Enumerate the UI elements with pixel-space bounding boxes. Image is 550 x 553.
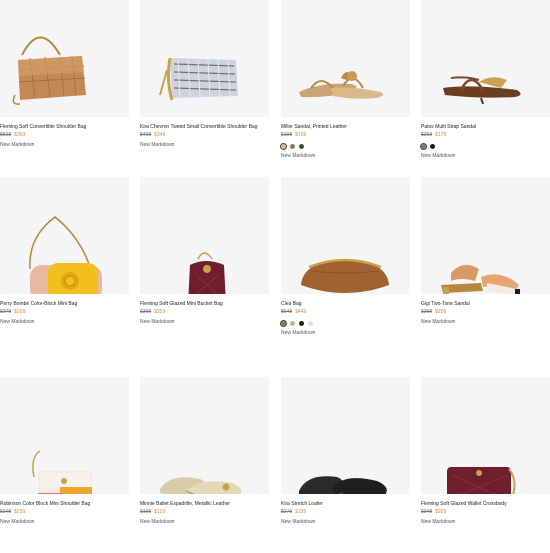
markdown-badge: New Markdown (140, 319, 175, 325)
color-swatches (419, 141, 550, 151)
product-image-robinson-mini-bag[interactable] (0, 377, 129, 494)
original-price: $198 (140, 509, 152, 515)
original-price: $258 (421, 132, 433, 138)
original-price: $298 (421, 309, 433, 315)
product-title[interactable]: Minnie Ballet Espadrille, Metallic Leath… (140, 501, 269, 507)
markdown-badge: New Markdown (140, 142, 175, 148)
original-price: $498 (140, 132, 152, 138)
product-card[interactable]: Clea Bag $648 $449 New Markdown (279, 177, 410, 336)
product-card[interactable]: Kira Chevron Tweed Small Convertible Sho… (140, 0, 269, 148)
product-price: $198 $169 (281, 132, 410, 138)
sale-price: $209 (435, 509, 447, 515)
product-image-bucket-bag[interactable] (140, 177, 269, 294)
product-image-quilted-shoulder-bag[interactable] (0, 0, 129, 117)
original-price: $278 (0, 309, 12, 315)
product-image-clea-bag[interactable] (281, 177, 410, 294)
product-image-perry-mini-bag[interactable] (0, 177, 129, 294)
color-swatches (279, 318, 410, 328)
sale-price: $369 (14, 132, 26, 138)
product-price: $648 $449 (281, 309, 410, 315)
markdown-badge: New Markdown (0, 519, 35, 525)
product-image-wallet-crossbody[interactable] (421, 377, 550, 494)
original-price: $348 (0, 509, 12, 515)
markdown-badge: New Markdown (281, 519, 316, 525)
product-title[interactable]: Fleming Soft Glazed Mini Bucket Bag (140, 301, 269, 307)
product-card[interactable]: Robinson Color Block Mini Shoulder Bag $… (0, 377, 129, 525)
product-price: $278 $209 (0, 309, 129, 315)
product-card[interactable]: Perry Bombé Color-Block Mini Bag $278 $20… (0, 177, 129, 325)
markdown-badge: New Markdown (0, 319, 35, 325)
sale-price: $209 (14, 309, 26, 315)
color-swatch[interactable] (430, 143, 435, 149)
product-title[interactable]: Perry Bombé Color-Block Mini Bag (0, 301, 129, 307)
sale-price: $239 (14, 509, 26, 515)
product-image-kira-loafer[interactable] (281, 377, 410, 494)
sale-price: $209 (435, 309, 447, 315)
product-price: $198 $129 (140, 509, 269, 515)
color-swatches (279, 141, 410, 151)
color-swatch[interactable] (299, 143, 304, 149)
color-swatch[interactable] (419, 141, 428, 151)
original-price: $198 (281, 132, 293, 138)
original-price: $648 (281, 309, 293, 315)
product-price: $498 $349 (140, 132, 269, 138)
original-price: $528 (0, 132, 12, 138)
markdown-badge: New Markdown (281, 330, 316, 336)
product-price: $368 $259 (140, 309, 269, 315)
product-card[interactable]: Miller Sandal, Printed Leather $198 $169 … (279, 0, 410, 159)
product-card[interactable]: Fleming Soft Glazed Mini Bucket Bag $368… (140, 177, 269, 325)
markdown-badge: New Markdown (421, 319, 456, 325)
product-card[interactable]: Kira Stretch Loafer $278 $189 New Markdow… (281, 377, 410, 525)
markdown-badge: New Markdown (140, 519, 175, 525)
markdown-badge: New Markdown (0, 142, 35, 148)
sale-price: $169 (295, 132, 307, 138)
product-image-patos-sandal[interactable] (421, 0, 550, 117)
sale-price: $259 (154, 309, 166, 315)
product-card[interactable]: Fleming Soft Convertible Shoulder Bag $5… (0, 0, 129, 148)
product-price: $528 $369 (0, 132, 129, 138)
product-title[interactable]: Miller Sandal, Printed Leather (281, 124, 410, 130)
markdown-badge: New Markdown (421, 153, 456, 159)
product-title[interactable]: Fleming Soft Convertible Shoulder Bag (0, 124, 129, 130)
product-image-miller-sandal[interactable] (281, 0, 410, 117)
sale-price: $349 (154, 132, 166, 138)
color-swatch[interactable] (279, 141, 288, 151)
product-title[interactable]: Clea Bag (281, 301, 410, 307)
color-swatch[interactable] (308, 320, 313, 326)
product-price: $348 $209 (421, 509, 550, 515)
original-price: $278 (281, 509, 293, 515)
color-swatch[interactable] (279, 318, 288, 328)
product-image-minnie-espadrille[interactable] (140, 377, 269, 494)
product-price: $348 $239 (0, 509, 129, 515)
product-card[interactable]: Patos Multi Strap Sandal $258 $179 New Ma… (419, 0, 550, 159)
product-price: $258 $179 (421, 132, 550, 138)
product-image-gigi-sandal[interactable] (421, 177, 550, 294)
product-title[interactable]: Kira Stretch Loafer (281, 501, 410, 507)
product-title[interactable]: Gigi Two-Tone Sandal (421, 301, 550, 307)
product-card[interactable]: Fleming Soft Glazed Wallet Crossbody $34… (421, 377, 550, 525)
color-swatch[interactable] (290, 143, 295, 149)
product-title[interactable]: Robinson Color Block Mini Shoulder Bag (0, 501, 129, 507)
product-title[interactable]: Patos Multi Strap Sandal (421, 124, 550, 130)
sale-price: $189 (295, 509, 307, 515)
sale-price: $129 (154, 509, 166, 515)
sale-price: $449 (295, 309, 307, 315)
product-title[interactable]: Fleming Soft Glazed Wallet Crossbody (421, 501, 550, 507)
product-image-tweed-shoulder-bag[interactable] (140, 0, 269, 117)
color-swatch[interactable] (299, 320, 304, 326)
product-title[interactable]: Kira Chevron Tweed Small Convertible Sho… (140, 124, 269, 130)
product-price: $278 $189 (281, 509, 410, 515)
product-card[interactable]: Minnie Ballet Espadrille, Metallic Leath… (140, 377, 269, 525)
original-price: $348 (421, 509, 433, 515)
product-card[interactable]: Gigi Two-Tone Sandal $298 $209 New Markdo… (421, 177, 550, 325)
markdown-badge: New Markdown (281, 153, 316, 159)
sale-price: $179 (435, 132, 447, 138)
product-grid: Fleming Soft Convertible Shoulder Bag $5… (0, 0, 550, 553)
color-swatch[interactable] (290, 320, 295, 326)
markdown-badge: New Markdown (421, 519, 456, 525)
original-price: $368 (140, 309, 152, 315)
product-price: $298 $209 (421, 309, 550, 315)
